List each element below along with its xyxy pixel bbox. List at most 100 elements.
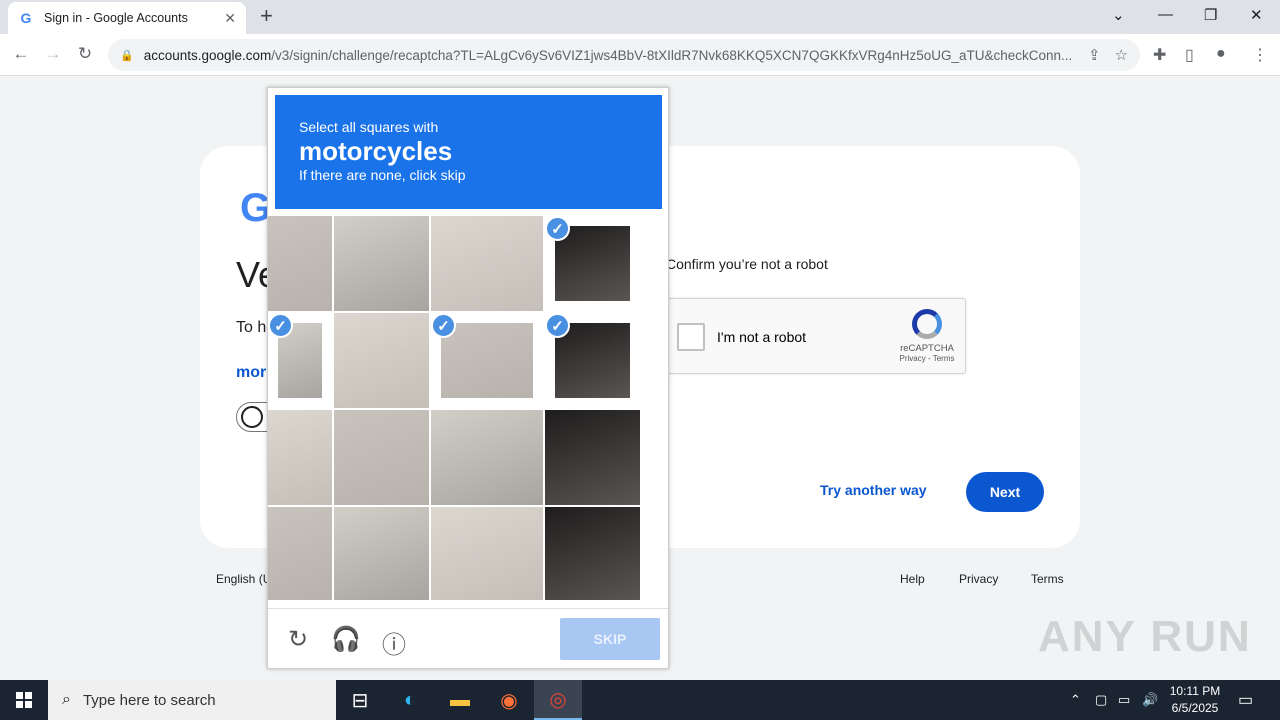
captcha-tile[interactable] [268, 216, 332, 311]
account-circle-icon [241, 406, 263, 428]
captcha-challenge-dialog: Select all squares with motorcycles If t… [267, 87, 669, 669]
next-button[interactable]: Next [966, 472, 1044, 512]
footer-terms-link[interactable]: Terms [1031, 572, 1064, 586]
language-selector[interactable]: English (U [216, 572, 271, 586]
profile-avatar-icon[interactable]: ● [1216, 45, 1226, 63]
search-icon: ⌕ [62, 691, 71, 708]
captcha-tile[interactable] [431, 507, 543, 600]
minimize-button[interactable]: — [1158, 6, 1173, 23]
reload-challenge-icon[interactable]: ↻ [283, 625, 313, 654]
system-clock[interactable]: 10:11 PM 6/5/2025 [1164, 683, 1226, 717]
reload-button[interactable]: ↻ [74, 44, 96, 64]
captcha-tile[interactable] [334, 313, 429, 408]
recaptcha-widget: I'm not a robot reCAPTCHA Privacy - Term… [658, 298, 966, 374]
captcha-tile[interactable] [268, 507, 332, 600]
captcha-tile[interactable]: ✓ [545, 313, 640, 408]
captcha-tile-image [268, 410, 332, 505]
tile-selected-check-icon: ✓ [431, 313, 456, 338]
share-icon[interactable]: ⇪ [1088, 46, 1101, 64]
close-tab-icon[interactable]: ✕ [224, 10, 236, 27]
side-panel-icon[interactable]: ▯ [1185, 45, 1194, 65]
back-button[interactable]: ← [10, 44, 32, 64]
google-favicon-icon: G [20, 10, 32, 26]
anyrun-watermark: ANY RUN [1038, 612, 1252, 661]
task-view-icon[interactable]: ⊟ [336, 680, 384, 720]
recaptcha-logo: reCAPTCHA Privacy - Terms [897, 309, 957, 363]
footer-help-link[interactable]: Help [900, 572, 925, 586]
new-tab-button[interactable]: + [260, 5, 273, 27]
address-bar[interactable]: 🔒 accounts.google.com/v3/signin/challeng… [108, 39, 1140, 71]
captcha-skip-hint: If there are none, click skip [299, 167, 466, 183]
footer-privacy-link[interactable]: Privacy [959, 572, 998, 586]
captcha-tile-image [334, 313, 429, 408]
captcha-keyword: motorcycles [299, 136, 453, 166]
start-button[interactable] [0, 680, 48, 720]
notifications-icon[interactable]: ▭ [1238, 680, 1253, 720]
recaptcha-checkbox[interactable] [677, 323, 705, 351]
captcha-tile[interactable] [268, 410, 332, 505]
audio-challenge-icon[interactable]: 🎧 [331, 625, 361, 654]
more-link[interactable]: mor [236, 364, 266, 382]
captcha-tile[interactable] [545, 410, 640, 505]
menu-dots-icon[interactable]: ⋮ [1252, 45, 1268, 65]
skip-button[interactable]: SKIP [560, 618, 660, 660]
taskbar-search-box[interactable]: ⌕ Type here to search [48, 680, 336, 720]
captcha-tile-image [545, 507, 640, 600]
captcha-tile-image [334, 216, 429, 311]
windows-logo-icon [16, 692, 32, 708]
captcha-tile[interactable] [334, 410, 429, 505]
captcha-tile-image [431, 507, 543, 600]
recaptcha-privacy-terms[interactable]: Privacy - Terms [897, 354, 957, 363]
restore-button[interactable]: ❐ [1204, 6, 1217, 24]
firefox-icon[interactable]: ◉ [485, 680, 533, 720]
captcha-footer: ↻ 🎧 ⓘ SKIP [268, 608, 668, 668]
captcha-tile-image [431, 216, 543, 311]
captcha-tile-image [431, 410, 543, 505]
tile-selected-check-icon: ✓ [268, 313, 293, 338]
captcha-image-grid: ✓ ✓ ✓ ✓ [268, 216, 668, 602]
captcha-tile-image [545, 410, 640, 505]
device-icon[interactable]: ▢ [1095, 680, 1107, 720]
url-text: accounts.google.com/v3/signin/challenge/… [143, 47, 1073, 63]
captcha-instructions: Select all squares with motorcycles If t… [275, 95, 662, 209]
edge-icon[interactable]: ◐ [386, 680, 434, 720]
network-icon[interactable]: ▭ [1118, 680, 1130, 720]
browser-toolbar: ← → ↻ 🔒 accounts.google.com/v3/signin/ch… [0, 34, 1280, 76]
captcha-tile[interactable]: ✓ [268, 313, 332, 408]
recaptcha-brand: reCAPTCHA [900, 343, 954, 354]
tray-overflow-icon[interactable]: ⌃ [1070, 680, 1081, 720]
captcha-tile-image [334, 507, 429, 600]
tile-selected-check-icon: ✓ [545, 313, 570, 338]
bookmark-star-icon[interactable]: ☆ [1115, 46, 1128, 64]
captcha-tile[interactable]: ✓ [545, 216, 640, 311]
captcha-tile[interactable] [431, 216, 543, 311]
try-another-way-button[interactable]: Try another way [820, 482, 927, 498]
tab-title: Sign in - Google Accounts [44, 11, 188, 25]
recaptcha-swirl-icon [912, 309, 942, 339]
captcha-tile[interactable] [334, 507, 429, 600]
tab-strip: G Sign in - Google Accounts ✕ + ⌄ — ❐ ✕ [0, 0, 1280, 34]
file-explorer-icon[interactable]: ▬ [436, 680, 484, 720]
extensions-icon[interactable]: ✚ [1153, 45, 1166, 65]
captcha-tile[interactable] [334, 216, 429, 311]
volume-icon[interactable]: 🔊 [1142, 680, 1158, 720]
captcha-instruction-line: Select all squares with [299, 119, 439, 135]
chrome-icon[interactable]: ◎ [534, 680, 582, 720]
recaptcha-label: I'm not a robot [717, 329, 807, 345]
confirm-robot-text: Confirm you’re not a robot [666, 256, 828, 272]
captcha-tile-image [268, 507, 332, 600]
captcha-tile[interactable] [431, 410, 543, 505]
lock-icon[interactable]: 🔒 [120, 49, 134, 62]
captcha-tile-image [334, 410, 429, 505]
captcha-tile[interactable]: ✓ [431, 313, 543, 408]
close-window-button[interactable]: ✕ [1250, 6, 1263, 24]
forward-button[interactable]: → [42, 44, 64, 64]
info-icon[interactable]: ⓘ [379, 625, 409, 660]
tile-selected-check-icon: ✓ [545, 216, 570, 241]
browser-tab[interactable]: G Sign in - Google Accounts ✕ [8, 2, 246, 34]
tab-search-icon[interactable]: ⌄ [1112, 6, 1125, 24]
captcha-tile-image [268, 216, 332, 311]
captcha-tile-image [441, 323, 533, 398]
windows-taskbar: ⌕ Type here to search ⊟ ◐ ▬ ◉ ◎ ⌃ ▢ ▭ 🔊 1… [0, 680, 1280, 720]
captcha-tile[interactable] [545, 507, 640, 600]
